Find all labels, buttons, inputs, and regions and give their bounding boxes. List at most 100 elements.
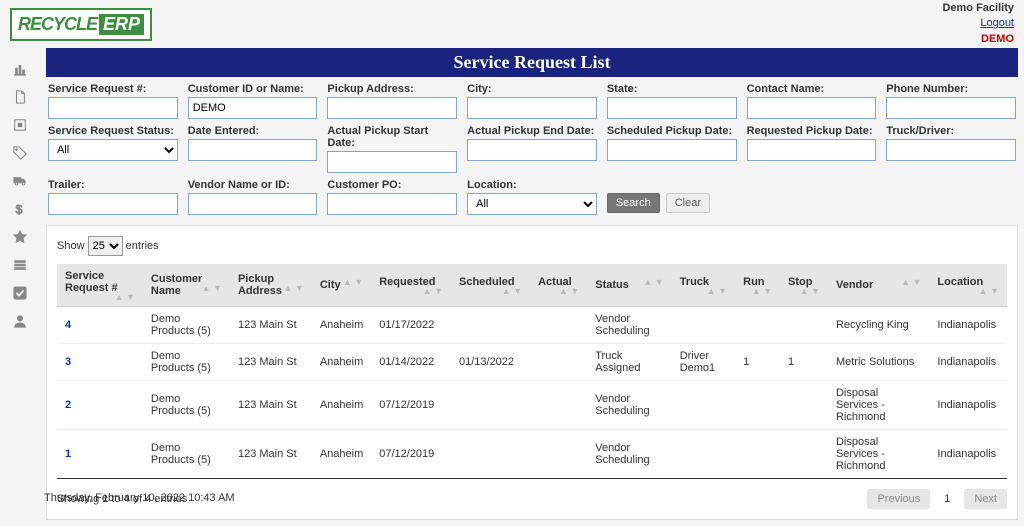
list-icon[interactable] bbox=[13, 258, 27, 272]
filter-select-2-0[interactable]: All bbox=[48, 139, 178, 161]
filter-input-2-3[interactable] bbox=[467, 139, 597, 161]
column-header[interactable]: Truck▲ ▼ bbox=[672, 264, 735, 307]
table-cell bbox=[672, 381, 735, 430]
filter-label: City: bbox=[467, 83, 597, 95]
chart-icon[interactable] bbox=[13, 62, 27, 76]
column-header[interactable]: Vendor▲ ▼ bbox=[828, 264, 929, 307]
filter-input-3-2[interactable] bbox=[327, 193, 457, 215]
filter-input-2-6[interactable] bbox=[886, 139, 1016, 161]
facility-name: Demo Facility bbox=[942, 1, 1014, 16]
sort-icon: ▲ ▼ bbox=[423, 288, 443, 294]
logout-link[interactable]: Logout bbox=[980, 17, 1014, 29]
table-cell: 2 bbox=[57, 381, 143, 430]
user-icon[interactable] bbox=[13, 314, 27, 328]
column-header[interactable]: Scheduled▲ ▼ bbox=[451, 264, 530, 307]
filter-label: Actual Pickup Start Date: bbox=[327, 125, 457, 149]
filter-input-1-4[interactable] bbox=[607, 97, 737, 119]
filter-input-2-5[interactable] bbox=[747, 139, 877, 161]
filter-label: Pickup Address: bbox=[327, 83, 457, 95]
filter-label: Location: bbox=[467, 179, 597, 191]
column-header[interactable]: Requested▲ ▼ bbox=[371, 264, 451, 307]
pager-next[interactable]: Next bbox=[964, 489, 1007, 509]
logo-text-1: RECYCLE bbox=[18, 14, 97, 35]
column-header[interactable]: Customer Name▲ ▼ bbox=[143, 264, 230, 307]
service-request-link[interactable]: 3 bbox=[65, 356, 71, 368]
filter-label: Trailer: bbox=[48, 179, 178, 191]
column-header[interactable]: Location▲ ▼ bbox=[929, 264, 1007, 307]
filter-input-3-1[interactable] bbox=[188, 193, 318, 215]
table-cell: 01/14/2022 bbox=[371, 344, 451, 381]
filter-input-1-6[interactable] bbox=[886, 97, 1016, 119]
table-cell: 123 Main St bbox=[230, 381, 312, 430]
table-cell: Indianapolis bbox=[929, 430, 1007, 479]
filter-label: Service Request Status: bbox=[48, 125, 178, 137]
show-label-pre: Show bbox=[57, 240, 85, 252]
filter-input-2-1[interactable] bbox=[188, 139, 318, 161]
table-cell: Recycling King bbox=[828, 307, 929, 344]
sort-icon: ▲ ▼ bbox=[800, 288, 820, 294]
table-cell: Indianapolis bbox=[929, 307, 1007, 344]
table-cell: Metric Solutions bbox=[828, 344, 929, 381]
filter-input-3-0[interactable] bbox=[48, 193, 178, 215]
column-header[interactable]: Pickup Address▲ ▼ bbox=[230, 264, 312, 307]
column-header[interactable]: Run▲ ▼ bbox=[735, 264, 780, 307]
table-cell: Indianapolis bbox=[929, 344, 1007, 381]
service-request-link[interactable]: 1 bbox=[65, 448, 71, 460]
check-icon[interactable] bbox=[13, 286, 27, 300]
table-cell bbox=[530, 344, 587, 381]
table-cell: 07/12/2019 bbox=[371, 381, 451, 430]
table-row: 4Demo Products (5)123 Main StAnaheim01/1… bbox=[57, 307, 1007, 344]
document-icon[interactable] bbox=[13, 90, 27, 104]
table-row: 1Demo Products (5)123 Main StAnaheim07/1… bbox=[57, 430, 1007, 479]
filter-label: Customer PO: bbox=[327, 179, 457, 191]
sort-icon: ▲ ▼ bbox=[707, 288, 727, 294]
filter-label: Truck/Driver: bbox=[886, 125, 1016, 137]
table-cell: Vendor Scheduling bbox=[587, 430, 671, 479]
clear-button[interactable]: Clear bbox=[666, 193, 710, 213]
tag-icon[interactable] bbox=[13, 146, 27, 160]
dollar-icon[interactable]: $ bbox=[13, 202, 27, 216]
filter-select-3-3[interactable]: All bbox=[467, 193, 597, 215]
filter-input-1-0[interactable] bbox=[48, 97, 178, 119]
column-header[interactable]: City▲ ▼ bbox=[312, 264, 371, 307]
filter-input-1-2[interactable] bbox=[327, 97, 457, 119]
filter-input-2-2[interactable] bbox=[327, 151, 457, 173]
logo: RECYCLE ERP bbox=[10, 8, 152, 41]
table-cell: Indianapolis bbox=[929, 381, 1007, 430]
table-cell: Anaheim bbox=[312, 344, 371, 381]
table-cell bbox=[530, 307, 587, 344]
table-cell bbox=[780, 381, 828, 430]
table-cell: Disposal Services - Richmond bbox=[828, 430, 929, 479]
svg-text:$: $ bbox=[16, 202, 23, 216]
filter-input-1-1[interactable] bbox=[188, 97, 318, 119]
footer-timestamp: Thursday, February 10, 2022 10:43 AM bbox=[44, 492, 235, 504]
service-request-link[interactable]: 2 bbox=[65, 399, 71, 411]
table-row: 3Demo Products (5)123 Main StAnaheim01/1… bbox=[57, 344, 1007, 381]
show-label-post: entries bbox=[126, 240, 159, 252]
filter-input-1-3[interactable] bbox=[467, 97, 597, 119]
column-header[interactable]: Stop▲ ▼ bbox=[780, 264, 828, 307]
demo-badge: DEMO bbox=[942, 32, 1014, 47]
column-header[interactable]: Actual▲ ▼ bbox=[530, 264, 587, 307]
pager-page-1[interactable]: 1 bbox=[934, 489, 960, 509]
service-request-link[interactable]: 4 bbox=[65, 319, 71, 331]
filter-input-1-5[interactable] bbox=[747, 97, 877, 119]
truck-icon[interactable] bbox=[13, 174, 27, 188]
sort-icon: ▲ ▼ bbox=[202, 285, 222, 291]
filter-label: Actual Pickup End Date: bbox=[467, 125, 597, 137]
table-cell: 123 Main St bbox=[230, 307, 312, 344]
table-cell: Vendor Scheduling bbox=[587, 381, 671, 430]
sort-icon: ▲ ▼ bbox=[901, 279, 921, 285]
table-cell: Anaheim bbox=[312, 430, 371, 479]
table-cell: 1 bbox=[735, 344, 780, 381]
pager-prev[interactable]: Previous bbox=[867, 489, 930, 509]
search-button[interactable]: Search bbox=[607, 193, 660, 213]
filter-label: State: bbox=[607, 83, 737, 95]
box-icon[interactable] bbox=[13, 118, 27, 132]
column-header[interactable]: Status▲ ▼ bbox=[587, 264, 671, 307]
star-icon[interactable] bbox=[13, 230, 27, 244]
table-cell: 1 bbox=[57, 430, 143, 479]
show-entries-select[interactable]: 25 bbox=[88, 236, 123, 256]
filter-input-2-4[interactable] bbox=[607, 139, 737, 161]
column-header[interactable]: Service Request #▲ ▼ bbox=[57, 264, 143, 307]
